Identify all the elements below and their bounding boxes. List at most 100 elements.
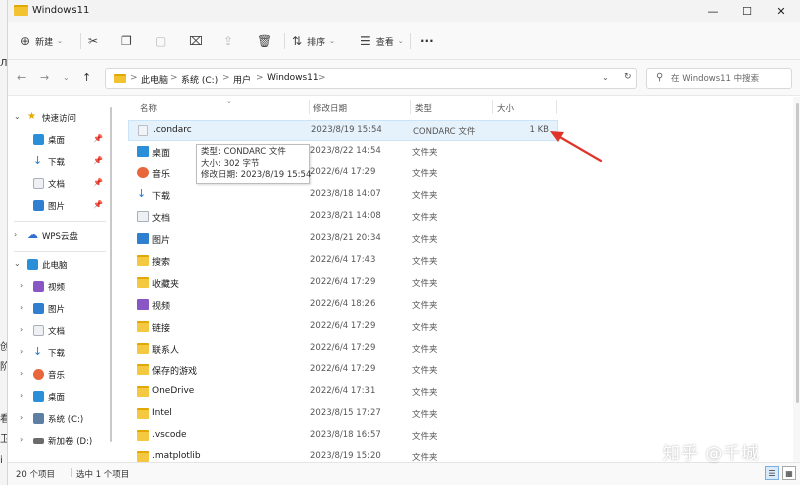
window-title: Windows11 xyxy=(32,5,90,16)
watermark: 知乎 @千城 xyxy=(663,444,760,464)
sidebar-item-label: WPS云盘 xyxy=(42,232,78,242)
column-divider[interactable] xyxy=(556,100,557,114)
share-button[interactable]: ⇪ xyxy=(223,32,238,50)
file-row[interactable]: .matplotlib 2023/8/19 15:20 文件夹 xyxy=(128,447,558,462)
pin-icon: 📌 xyxy=(93,134,103,143)
folder-icon xyxy=(14,5,28,16)
scrollbar-thumb[interactable] xyxy=(110,107,112,442)
file-date: 2022/6/4 18:26 xyxy=(310,299,376,309)
sidebar-scrollbar[interactable] xyxy=(109,97,113,462)
address-history-dropdown[interactable]: ⌄ xyxy=(602,73,609,82)
sidebar-item-new-volume-d[interactable]: › 新加卷 (D:) xyxy=(8,431,110,451)
file-date: 2022/6/4 17:29 xyxy=(310,321,376,331)
new-button[interactable]: ⊕ 新建 ⌄ xyxy=(20,32,63,50)
search-box[interactable]: ⚲ xyxy=(646,68,792,89)
sidebar-item-desktop[interactable]: 桌面 📌 xyxy=(8,130,110,150)
maximize-button[interactable]: ☐ xyxy=(731,0,763,22)
search-input[interactable] xyxy=(671,71,787,86)
chevron-right-icon: › xyxy=(20,347,24,356)
file-type: 文件夹 xyxy=(412,148,438,158)
sidebar-divider xyxy=(14,221,106,222)
sidebar-item-music[interactable]: › 音乐 xyxy=(8,365,110,385)
breadcrumb-separator: > xyxy=(130,73,138,83)
file-row[interactable]: 搜索 2022/6/4 17:43 文件夹 xyxy=(128,251,558,272)
file-row[interactable]: 桌面 2023/8/22 14:54 文件夹 xyxy=(128,142,558,163)
sidebar-item-videos[interactable]: › 视频 xyxy=(8,277,110,297)
downloads-folder-icon: ↓ xyxy=(137,187,147,200)
file-date: 2023/8/19 15:20 xyxy=(310,451,381,461)
address-bar[interactable]: > 此电脑 > 系统 (C:) > 用户 > Windows11 > ⌄ ↻ xyxy=(105,68,637,89)
file-name: .vscode xyxy=(152,430,187,440)
more-options-button[interactable]: ··· xyxy=(420,32,434,50)
details-view-button[interactable]: ☰ xyxy=(765,466,779,480)
column-header-size[interactable]: 大小 xyxy=(497,102,514,114)
file-row-condarc[interactable]: .condarc 2023/8/19 15:54 CONDARC 文件 1 KB xyxy=(128,120,558,141)
sidebar-item-pictures[interactable]: 图片 📌 xyxy=(8,196,110,216)
sidebar-item-label: 下载 xyxy=(48,158,66,168)
breadcrumb-windows11[interactable]: Windows11 xyxy=(267,73,319,83)
file-row[interactable]: .vscode 2023/8/18 16:57 文件夹 xyxy=(128,426,558,447)
paste-button[interactable]: ▢ xyxy=(155,32,171,50)
file-size: 1 KB xyxy=(529,125,549,135)
recent-locations-button[interactable]: ⌄ xyxy=(63,73,70,82)
column-divider[interactable] xyxy=(309,100,310,114)
file-date: 2023/8/22 14:54 xyxy=(310,146,381,156)
refresh-button[interactable]: ↻ xyxy=(624,72,632,82)
sidebar-item-label: 下载 xyxy=(48,349,66,359)
title-bar[interactable]: Windows11 — ☐ ✕ xyxy=(8,0,800,22)
file-row[interactable]: 图片 2023/8/21 20:34 文件夹 xyxy=(128,229,558,250)
file-row[interactable]: OneDrive 2022/6/4 17:31 文件夹 xyxy=(128,382,558,403)
sidebar-item-quick-access[interactable]: ⌄ ★ 快速访问 xyxy=(8,108,110,128)
file-row[interactable]: 保存的游戏 2022/6/4 17:29 文件夹 xyxy=(128,360,558,381)
minimize-button[interactable]: — xyxy=(697,0,729,22)
file-name: 下载 xyxy=(152,192,171,202)
breadcrumb-system-c[interactable]: 系统 (C:) xyxy=(181,73,218,86)
file-list-scrollbar[interactable] xyxy=(793,97,800,462)
sidebar-item-pc-downloads[interactable]: › ↓ 下载 xyxy=(8,343,110,363)
file-row[interactable]: 视频 2022/6/4 18:26 文件夹 xyxy=(128,295,558,316)
close-button[interactable]: ✕ xyxy=(765,0,797,22)
sidebar-item-label: 此电脑 xyxy=(42,261,68,271)
column-header-date[interactable]: 修改日期 xyxy=(313,102,347,114)
file-row[interactable]: 链接 2022/6/4 17:29 文件夹 xyxy=(128,317,558,338)
breadcrumb-separator: > xyxy=(256,73,264,83)
file-row[interactable]: 收藏夹 2022/6/4 17:29 文件夹 xyxy=(128,273,558,294)
sort-button[interactable]: ⇅ 排序 ⌄ xyxy=(292,32,335,50)
file-name: 桌面 xyxy=(152,149,171,159)
sidebar-item-label: 桌面 xyxy=(48,393,66,403)
delete-button[interactable]: 🗑 xyxy=(257,32,277,50)
column-header-name[interactable]: 名称 xyxy=(140,102,157,114)
scrollbar-thumb[interactable] xyxy=(796,103,799,403)
file-row[interactable]: ↓ 下载 2023/8/18 14:07 文件夹 xyxy=(128,185,558,206)
file-name: OneDrive xyxy=(152,386,195,396)
breadcrumb-users[interactable]: 用户 xyxy=(233,73,251,86)
file-row[interactable]: Intel 2023/8/15 17:27 文件夹 xyxy=(128,404,558,425)
rename-button[interactable]: ⌧ xyxy=(189,32,208,50)
copy-button[interactable]: ❐ xyxy=(121,32,137,50)
file-type: 文件夹 xyxy=(412,453,438,462)
file-row[interactable]: 文档 2023/8/21 14:08 文件夹 xyxy=(128,207,558,228)
column-header-type[interactable]: 类型 xyxy=(415,102,432,114)
forward-button[interactable]: → xyxy=(40,71,49,84)
sidebar-item-wps-cloud[interactable]: › ☁ WPS云盘 xyxy=(8,226,110,246)
tiles-view-button[interactable]: ▦ xyxy=(782,466,796,480)
column-divider[interactable] xyxy=(410,100,411,114)
breadcrumb-this-pc[interactable]: 此电脑 xyxy=(141,73,168,86)
view-button[interactable]: ☰ 查看 ⌄ xyxy=(360,32,404,50)
sidebar-item-system-c[interactable]: › 系统 (C:) xyxy=(8,409,110,429)
sidebar-item-pc-pictures[interactable]: › 图片 xyxy=(8,299,110,319)
sidebar-item-this-pc[interactable]: ⌄ 此电脑 xyxy=(8,255,110,275)
sidebar-item-downloads[interactable]: ↓ 下载 📌 xyxy=(8,152,110,172)
chevron-right-icon: › xyxy=(20,413,24,422)
sidebar-item-pc-documents[interactable]: › 文档 xyxy=(8,321,110,341)
cut-button[interactable]: ✂ xyxy=(88,32,103,50)
sidebar-item-pc-desktop[interactable]: › 桌面 xyxy=(8,387,110,407)
chevron-down-icon: ⌄ xyxy=(14,259,21,268)
file-row[interactable]: 联系人 2022/6/4 17:29 文件夹 xyxy=(128,339,558,360)
up-button[interactable]: ↑ xyxy=(82,71,91,84)
file-row[interactable]: 音乐 2022/6/4 17:29 文件夹 xyxy=(128,163,558,184)
file-icon xyxy=(138,125,148,136)
back-button[interactable]: ← xyxy=(17,71,26,84)
column-divider[interactable] xyxy=(492,100,493,114)
sidebar-item-documents[interactable]: 文档 📌 xyxy=(8,174,110,194)
